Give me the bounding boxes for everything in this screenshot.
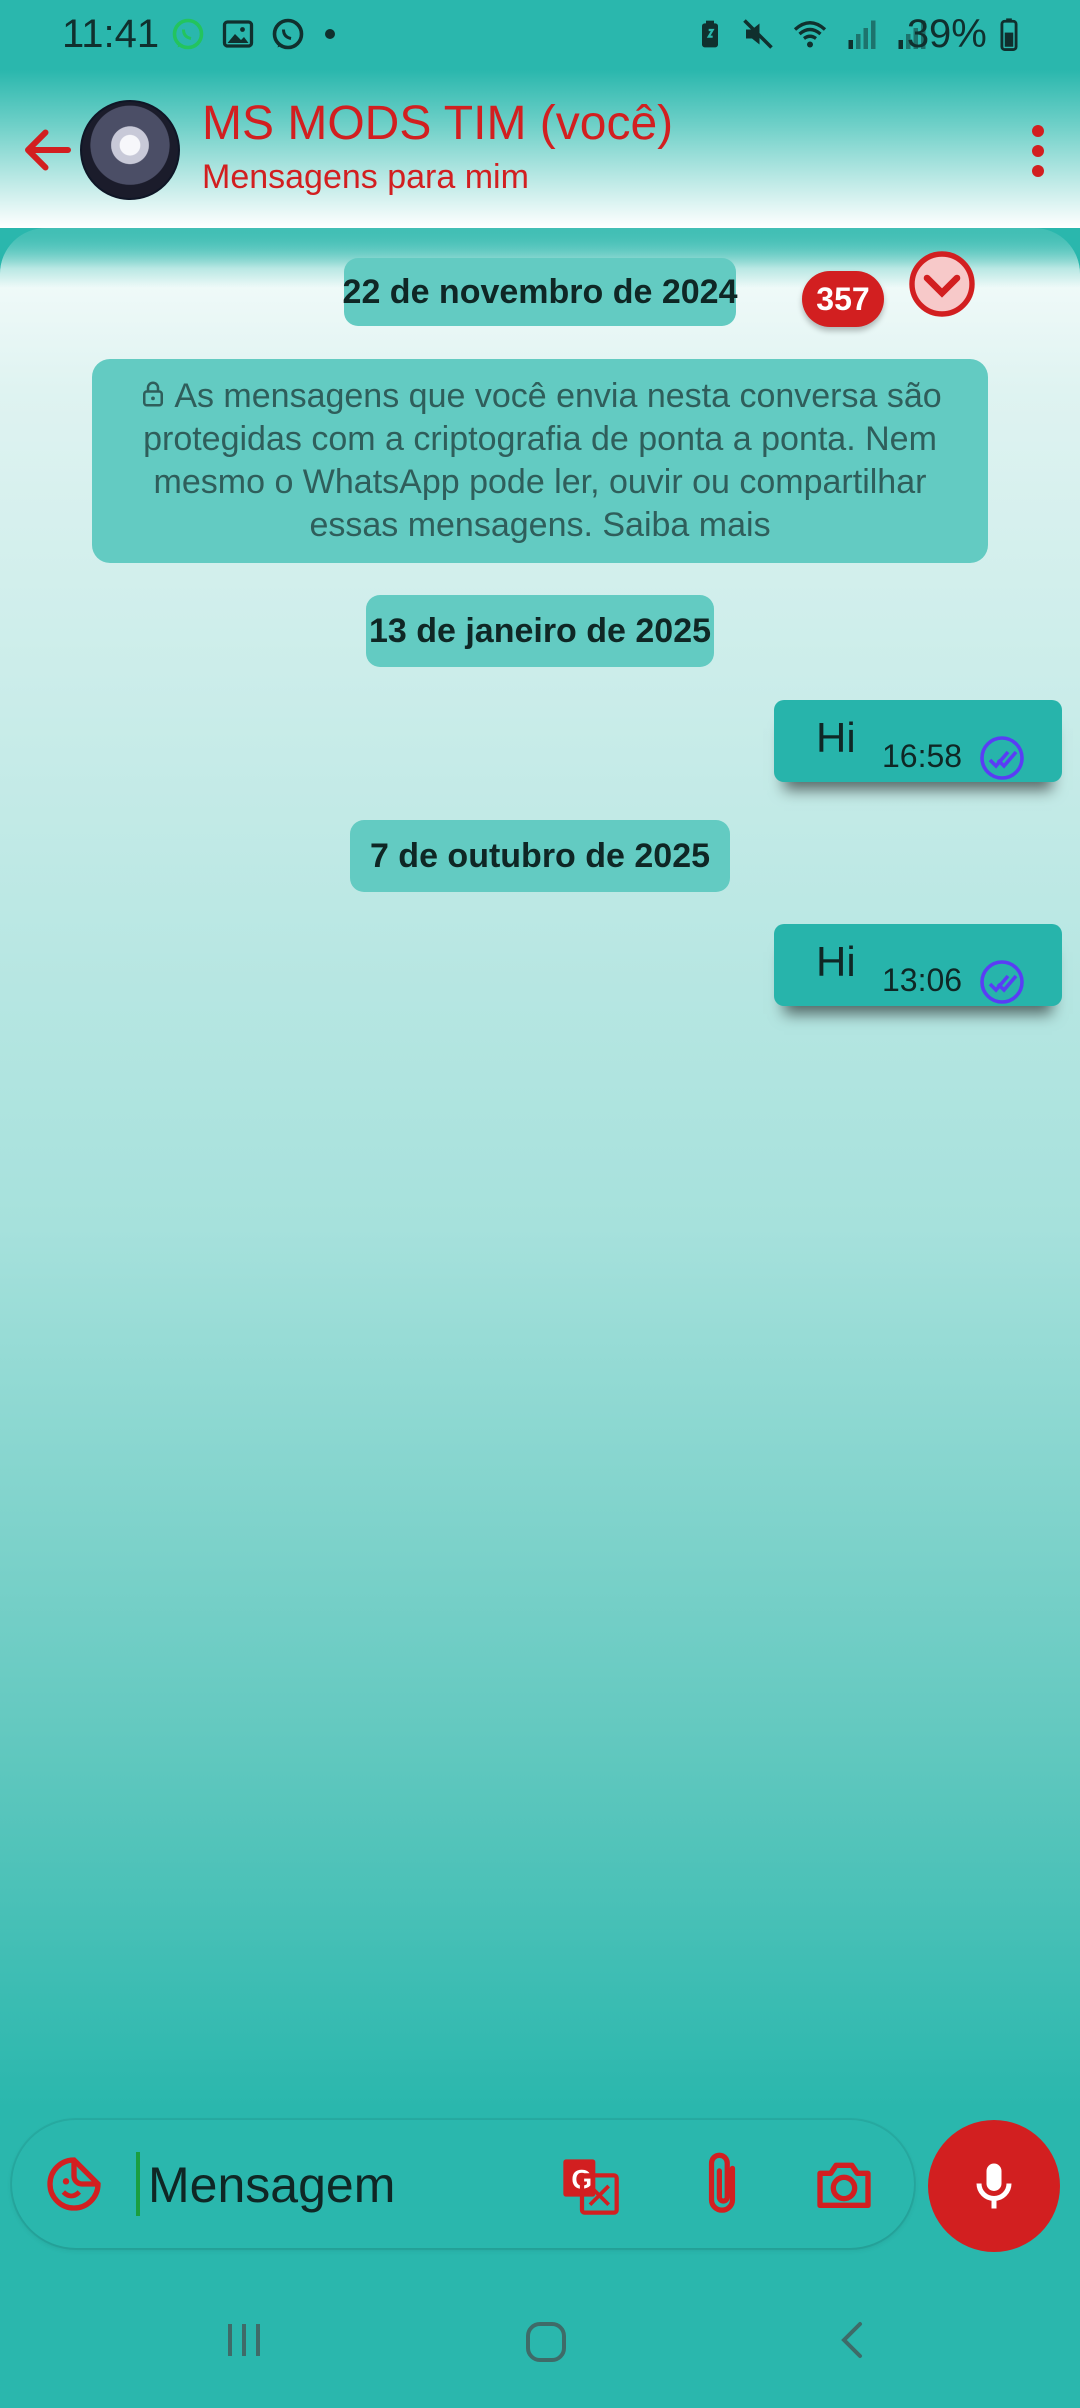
voice-message-button[interactable] — [928, 2120, 1060, 2252]
back-nav-icon[interactable] — [830, 2316, 878, 2364]
system-icons — [694, 16, 930, 52]
lock-icon — [143, 381, 164, 407]
sticker-icon — [47, 2157, 101, 2211]
date-chip: 13 de janeiro de 2025 — [366, 595, 714, 667]
whatsapp-icon — [272, 18, 304, 50]
camera-icon — [817, 2162, 871, 2208]
wifi-icon — [793, 21, 827, 48]
more-options-button[interactable] — [1008, 116, 1068, 186]
recent-apps-icon[interactable] — [220, 2316, 268, 2364]
whatsapp-green-icon — [172, 18, 204, 50]
scroll-to-bottom-button[interactable] — [906, 248, 978, 320]
status-time: 11:41 — [62, 12, 160, 56]
date-chip: 22 de novembro de 2024 — [343, 258, 737, 326]
message-text: Hi — [816, 714, 856, 761]
camera-button[interactable] — [812, 2152, 876, 2216]
chat-header: MS MODS TIM (você) Mensagens para mim — [0, 70, 1080, 228]
notification-icons — [170, 16, 340, 52]
chat-area[interactable]: 22 de novembro de 2024 357 As mensagens … — [0, 228, 1080, 2108]
dot-icon — [325, 29, 335, 39]
battery-icon — [1000, 18, 1018, 52]
unread-count-badge: 357 — [802, 271, 884, 327]
mic-icon — [976, 2163, 1012, 2209]
contact-name[interactable]: MS MODS TIM (você) — [202, 96, 673, 151]
battery-saver-icon — [702, 20, 718, 48]
battery-percent: 39% — [907, 12, 1020, 57]
date-chip: 7 de outubro de 2025 — [350, 820, 730, 892]
encryption-notice-text: As mensagens que você envia nesta conver… — [143, 377, 942, 544]
attach-icon — [708, 2152, 736, 2213]
chevron-down-icon — [909, 251, 975, 317]
message-text: Hi — [816, 938, 856, 985]
gallery-icon — [222, 20, 254, 48]
message-time: 13:06 — [882, 962, 963, 998]
text-cursor — [136, 2152, 140, 2216]
system-nav-bar — [0, 2266, 1080, 2408]
read-check-icon — [980, 736, 1024, 780]
more-vert-icon — [1032, 125, 1044, 177]
read-check-icon — [980, 960, 1024, 1004]
signal-icon — [848, 20, 876, 49]
translate-icon: G — [563, 2159, 619, 2215]
home-icon[interactable] — [522, 2318, 570, 2366]
back-button[interactable] — [18, 120, 78, 180]
message-time: 16:58 — [882, 738, 963, 774]
sticker-button[interactable] — [42, 2152, 106, 2216]
message-composer: G — [12, 2120, 914, 2248]
message-bubble[interactable]: Hi 16:58 — [774, 700, 1062, 782]
encryption-notice[interactable]: As mensagens que você envia nesta conver… — [92, 359, 988, 563]
translate-button[interactable]: G — [558, 2154, 622, 2218]
arrow-left-icon — [25, 129, 71, 171]
message-bubble[interactable]: Hi 13:06 — [774, 924, 1062, 1006]
contact-subtitle: Mensagens para mim — [202, 158, 529, 196]
contact-avatar[interactable] — [80, 100, 180, 200]
mute-icon — [743, 19, 773, 49]
status-bar: 11:41 39% — [0, 0, 1080, 70]
attach-button[interactable] — [694, 2150, 750, 2218]
message-input[interactable] — [146, 2142, 530, 2228]
